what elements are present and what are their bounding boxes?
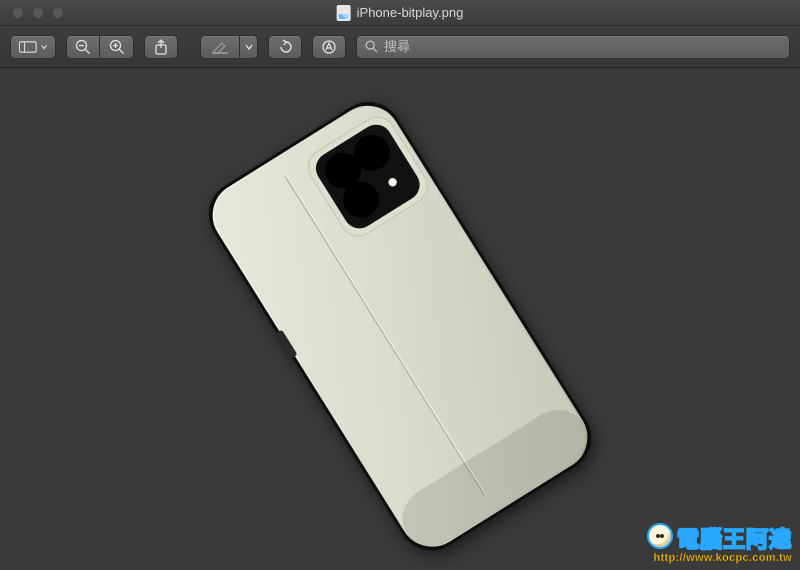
- window-title-text: iPhone-bitplay.png: [357, 5, 464, 20]
- zoom-in-icon: [109, 39, 125, 55]
- preview-image: [120, 86, 680, 570]
- minimize-window-button[interactable]: [32, 7, 44, 19]
- share-icon: [154, 39, 168, 55]
- sidebar-icon: [19, 40, 37, 54]
- watermark-name: 電腦王阿達: [677, 529, 792, 551]
- zoom-in-button[interactable]: [100, 35, 134, 59]
- markup-group: [200, 35, 258, 59]
- chevron-down-icon: [245, 40, 253, 54]
- close-window-button[interactable]: [12, 7, 24, 19]
- markup-toolbar-button[interactable]: [312, 35, 346, 59]
- fullscreen-window-button[interactable]: [52, 7, 64, 19]
- chevron-down-icon: [41, 40, 47, 54]
- window-titlebar: iPhone-bitplay.png: [0, 0, 800, 26]
- highlight-button[interactable]: [200, 35, 240, 59]
- window-controls: [0, 7, 64, 19]
- highlighter-icon: [211, 40, 229, 54]
- document-icon: [337, 5, 351, 21]
- toolbar: [0, 26, 800, 68]
- rotate-left-icon: [277, 39, 293, 55]
- markup-icon: [321, 39, 337, 55]
- search-input[interactable]: [384, 39, 781, 54]
- zoom-out-icon: [75, 39, 91, 55]
- highlight-dropdown-button[interactable]: [240, 35, 258, 59]
- rotate-button[interactable]: [268, 35, 302, 59]
- window-title: iPhone-bitplay.png: [337, 5, 464, 21]
- zoom-out-button[interactable]: [66, 35, 100, 59]
- zoom-group: [66, 35, 134, 59]
- sidebar-toggle-button[interactable]: [10, 35, 56, 59]
- image-canvas: 電腦王阿達 http://www.kocpc.com.tw: [0, 68, 800, 570]
- search-field[interactable]: [356, 35, 790, 59]
- search-icon: [365, 40, 378, 53]
- share-button[interactable]: [144, 35, 178, 59]
